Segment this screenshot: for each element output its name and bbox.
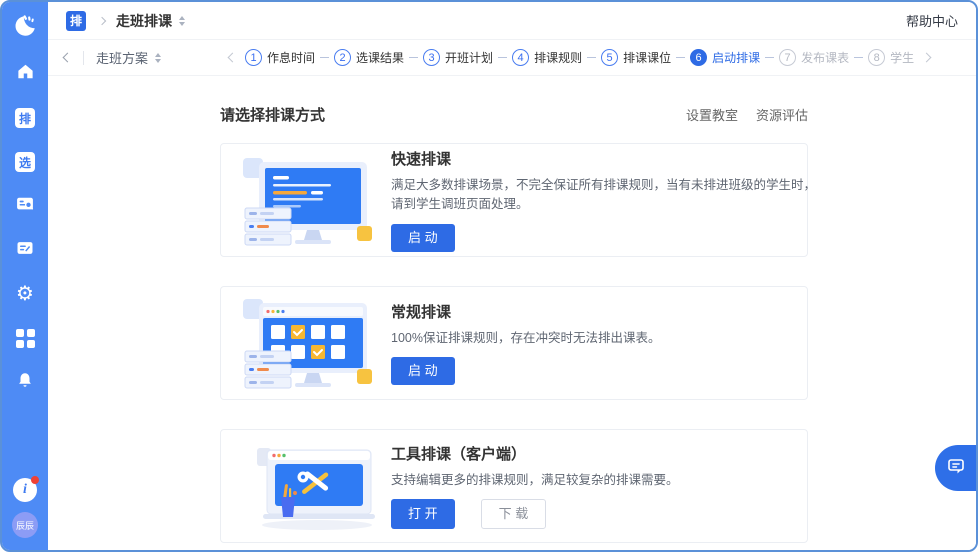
avatar[interactable]: 辰辰 xyxy=(12,512,38,538)
step-number: 6 xyxy=(690,49,708,66)
quick-scheduling-illustration xyxy=(229,150,379,250)
step-number: 8 xyxy=(868,49,886,66)
sidebar-nav: 排 选 ⚙ xyxy=(13,62,37,394)
card-title: 常规排课 xyxy=(391,303,452,321)
tool-open-button[interactable]: 打 开 xyxy=(391,499,455,530)
step-number: 4 xyxy=(512,49,530,66)
home-icon xyxy=(16,62,35,86)
quick-start-button[interactable]: 启 动 xyxy=(391,223,455,252)
chat-button[interactable] xyxy=(935,445,976,491)
sidebar-bottom: i 辰辰 xyxy=(2,476,48,538)
step-dash xyxy=(676,57,686,58)
step-3[interactable]: 3 开班计划 xyxy=(423,49,493,66)
regular-scheduling-illustration xyxy=(229,293,379,393)
step-dash xyxy=(765,57,775,58)
app-logo[interactable] xyxy=(10,12,40,42)
step-dash xyxy=(320,57,330,58)
page-title: 走班排课 xyxy=(116,12,172,29)
sidebar-item-schedule[interactable]: 排 xyxy=(13,106,37,130)
sidebar-item-settings[interactable]: ⚙ xyxy=(13,282,37,306)
card-description: 满足大多数排课场景，不完全保证所有排课规则，当有未排进班级的学生时，请到学生调班… xyxy=(391,178,817,212)
page-heading: 请选择排课方式 xyxy=(220,107,326,124)
card-description: 支持编辑更多的排课规则，满足较复杂的排课需要。 xyxy=(391,472,679,487)
step-label: 启动排课 xyxy=(712,51,761,65)
step-8[interactable]: 8 学生 xyxy=(868,49,914,66)
step-number: 5 xyxy=(601,49,619,66)
select-badge-icon: 选 xyxy=(15,152,35,172)
main-content: 请选择排课方式 设置教室 资源评估 快速排课 满足大多数排课场景，不完全保证所有… xyxy=(48,76,976,550)
step-6[interactable]: 6 启动排课 xyxy=(690,49,760,66)
schedule-badge-icon: 排 xyxy=(15,108,35,128)
step-dash xyxy=(498,57,508,58)
plan-selector[interactable]: 走班方案 xyxy=(96,48,148,67)
step-1[interactable]: 1 作息时间 xyxy=(245,49,315,66)
sidebar-item-home[interactable] xyxy=(13,62,37,86)
step-2[interactable]: 2 选课结果 xyxy=(334,49,404,66)
step-dash xyxy=(854,57,864,58)
crescent-logo-icon xyxy=(12,12,38,43)
step-label: 作息时间 xyxy=(267,51,316,65)
bell-icon xyxy=(16,371,34,394)
stepper-prev-icon[interactable] xyxy=(227,52,238,63)
step-dash xyxy=(587,57,597,58)
apps-grid-icon xyxy=(15,328,35,348)
step-label: 发布课表 xyxy=(801,51,850,65)
notification-dot xyxy=(31,476,39,484)
step-5[interactable]: 5 排课课位 xyxy=(601,49,671,66)
stepper: 1 作息时间 2 选课结果 3 开班计划 4 排课规则 5 排课课位 6 启动排课 7 发布课… xyxy=(223,49,936,66)
notice-button[interactable]: i xyxy=(13,476,39,502)
sidebar-item-apps[interactable] xyxy=(13,326,37,350)
chat-bubble-icon xyxy=(946,456,966,481)
sidebar-item-records[interactable] xyxy=(13,238,37,262)
regular-scheduling-card: 常规排课 100%保证排课规则，存在冲突时无法排出课表。 启 动 xyxy=(220,286,808,400)
module-badge[interactable]: 排 xyxy=(66,10,86,31)
title-switcher-icon[interactable] xyxy=(179,15,185,26)
step-4[interactable]: 4 排课规则 xyxy=(512,49,582,66)
step-number: 7 xyxy=(779,49,797,66)
step-number: 2 xyxy=(334,49,352,66)
sidebar: 排 选 ⚙ i 辰辰 xyxy=(2,2,48,550)
sidebar-item-id-search[interactable] xyxy=(13,194,37,218)
sub-bar: 走班方案 1 作息时间 2 选课结果 3 开班计划 4 排课规则 5 排课课位 6 启动排课… xyxy=(48,40,976,76)
tool-scheduling-illustration xyxy=(229,436,379,536)
tool-scheduling-card: 工具排课（客户端） 支持编辑更多的排课规则，满足较复杂的排课需要。 打 开 下 … xyxy=(220,429,808,543)
set-classroom-link[interactable]: 设置教室 xyxy=(686,105,738,124)
tool-download-button[interactable]: 下 载 xyxy=(480,499,547,530)
card-title: 工具排课（客户端） xyxy=(391,445,527,463)
step-number: 3 xyxy=(423,49,441,66)
sidebar-item-select[interactable]: 选 xyxy=(13,150,37,174)
title-bar: 排 走班排课 帮助中心 xyxy=(48,2,976,40)
gear-icon: ⚙ xyxy=(16,283,34,305)
resource-eval-link[interactable]: 资源评估 xyxy=(756,105,808,124)
step-number: 1 xyxy=(245,49,263,66)
divider xyxy=(83,50,84,65)
plan-switcher-icon[interactable] xyxy=(155,52,162,63)
step-7[interactable]: 7 发布课表 xyxy=(779,49,849,66)
app-window: 排 选 ⚙ i 辰辰 排 走班排课 帮助中心 走班方案 1 作息时间 2 选课结… xyxy=(0,0,978,552)
step-label: 排课规则 xyxy=(534,51,583,65)
step-label: 排课课位 xyxy=(623,51,672,65)
info-icon: i xyxy=(23,482,27,497)
help-center-link[interactable]: 帮助中心 xyxy=(906,11,958,30)
breadcrumb-chevron-icon xyxy=(97,16,107,25)
card-description: 100%保证排课规则，存在冲突时无法排出课表。 xyxy=(391,330,661,345)
step-label: 开班计划 xyxy=(445,51,494,65)
id-card-search-icon xyxy=(15,194,35,219)
edit-note-icon xyxy=(15,238,35,263)
regular-start-button[interactable]: 启 动 xyxy=(391,357,455,386)
step-label: 学生 xyxy=(890,51,915,65)
step-label: 选课结果 xyxy=(356,51,405,65)
step-dash xyxy=(409,57,419,58)
back-arrow-icon[interactable] xyxy=(62,52,73,63)
sidebar-item-notifications[interactable] xyxy=(13,370,37,394)
card-title: 快速排课 xyxy=(391,151,452,169)
stepper-next-icon[interactable] xyxy=(921,52,932,63)
quick-scheduling-card: 快速排课 满足大多数排课场景，不完全保证所有排课规则，当有未排进班级的学生时，请… xyxy=(220,143,816,257)
